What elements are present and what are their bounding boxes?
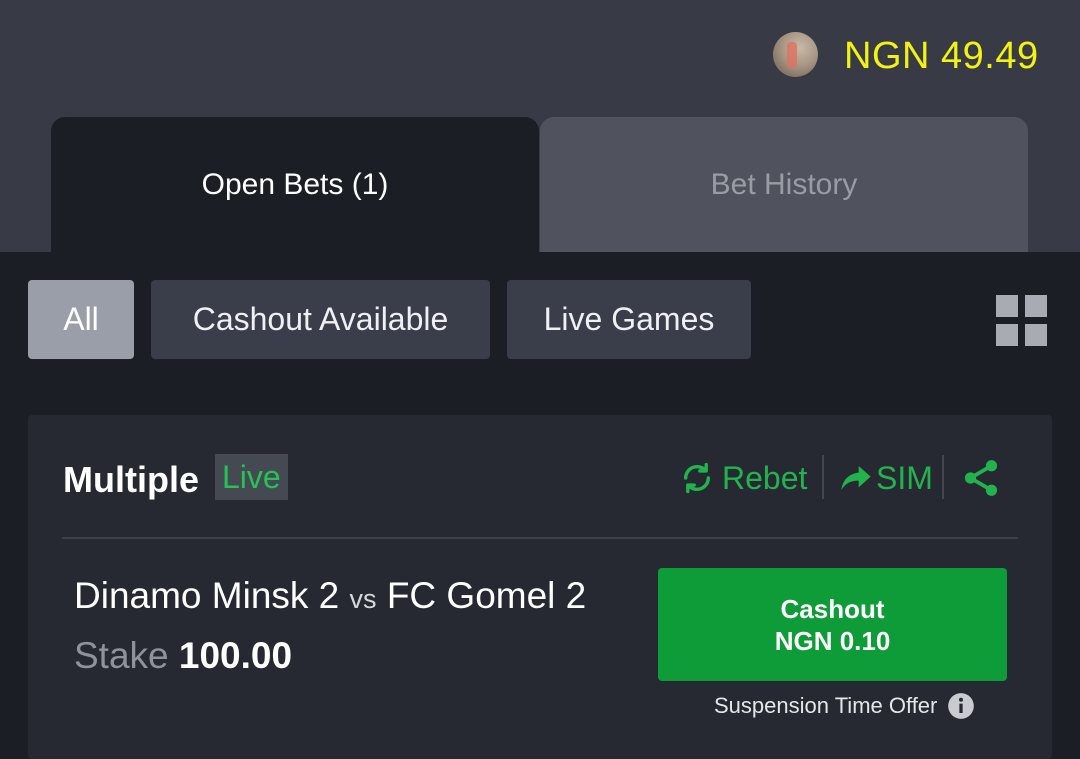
refresh-icon: [683, 462, 711, 494]
cashout-button[interactable]: Cashout NGN 0.10: [658, 568, 1007, 681]
stake-label: Stake: [74, 635, 169, 676]
cashout-label: Cashout: [780, 593, 885, 624]
live-badge: Live: [215, 454, 288, 500]
home-team: Dinamo Minsk 2: [74, 575, 340, 616]
bet-type-title: Multiple: [63, 459, 199, 500]
share-icon: [964, 460, 998, 496]
forward-arrow-icon: [841, 466, 871, 490]
rebet-button[interactable]: Rebet: [680, 455, 807, 501]
info-icon[interactable]: [947, 692, 975, 720]
stake-value: 100.00: [178, 635, 293, 676]
vs-label: vs: [349, 584, 377, 614]
stake-row: Stake 100.00: [74, 635, 292, 677]
suspension-label: Suspension Time Offer: [714, 693, 938, 718]
action-separator: [942, 455, 944, 499]
share-button[interactable]: [960, 455, 1002, 501]
cashout-amount: NGN 0.10: [774, 625, 891, 656]
action-separator: [822, 455, 824, 499]
grid-view-icon[interactable]: [996, 295, 1047, 346]
card-divider: [62, 537, 1018, 539]
filter-cashout-available-button[interactable]: Cashout Available: [151, 280, 490, 359]
match-name: Dinamo Minsk 2 vs FC Gomel 2: [74, 575, 586, 617]
sim-label: SIM: [876, 459, 933, 496]
away-team: FC Gomel 2: [386, 575, 587, 616]
suspension-time-offer: Suspension Time Offer: [714, 692, 975, 720]
tab-open-bets[interactable]: Open Bets (1): [51, 117, 539, 252]
filter-live-games-button[interactable]: Live Games: [507, 280, 751, 359]
account-balance: NGN 49.49: [844, 35, 1039, 77]
user-avatar[interactable]: [773, 32, 818, 77]
tab-bet-history[interactable]: Bet History: [540, 117, 1028, 252]
bet-card: Multiple Live Rebet SIM Dinamo Minsk 2 v…: [28, 415, 1052, 759]
sim-button[interactable]: SIM: [840, 455, 933, 501]
filter-all-button[interactable]: All: [28, 280, 134, 359]
rebet-label: Rebet: [722, 459, 808, 496]
